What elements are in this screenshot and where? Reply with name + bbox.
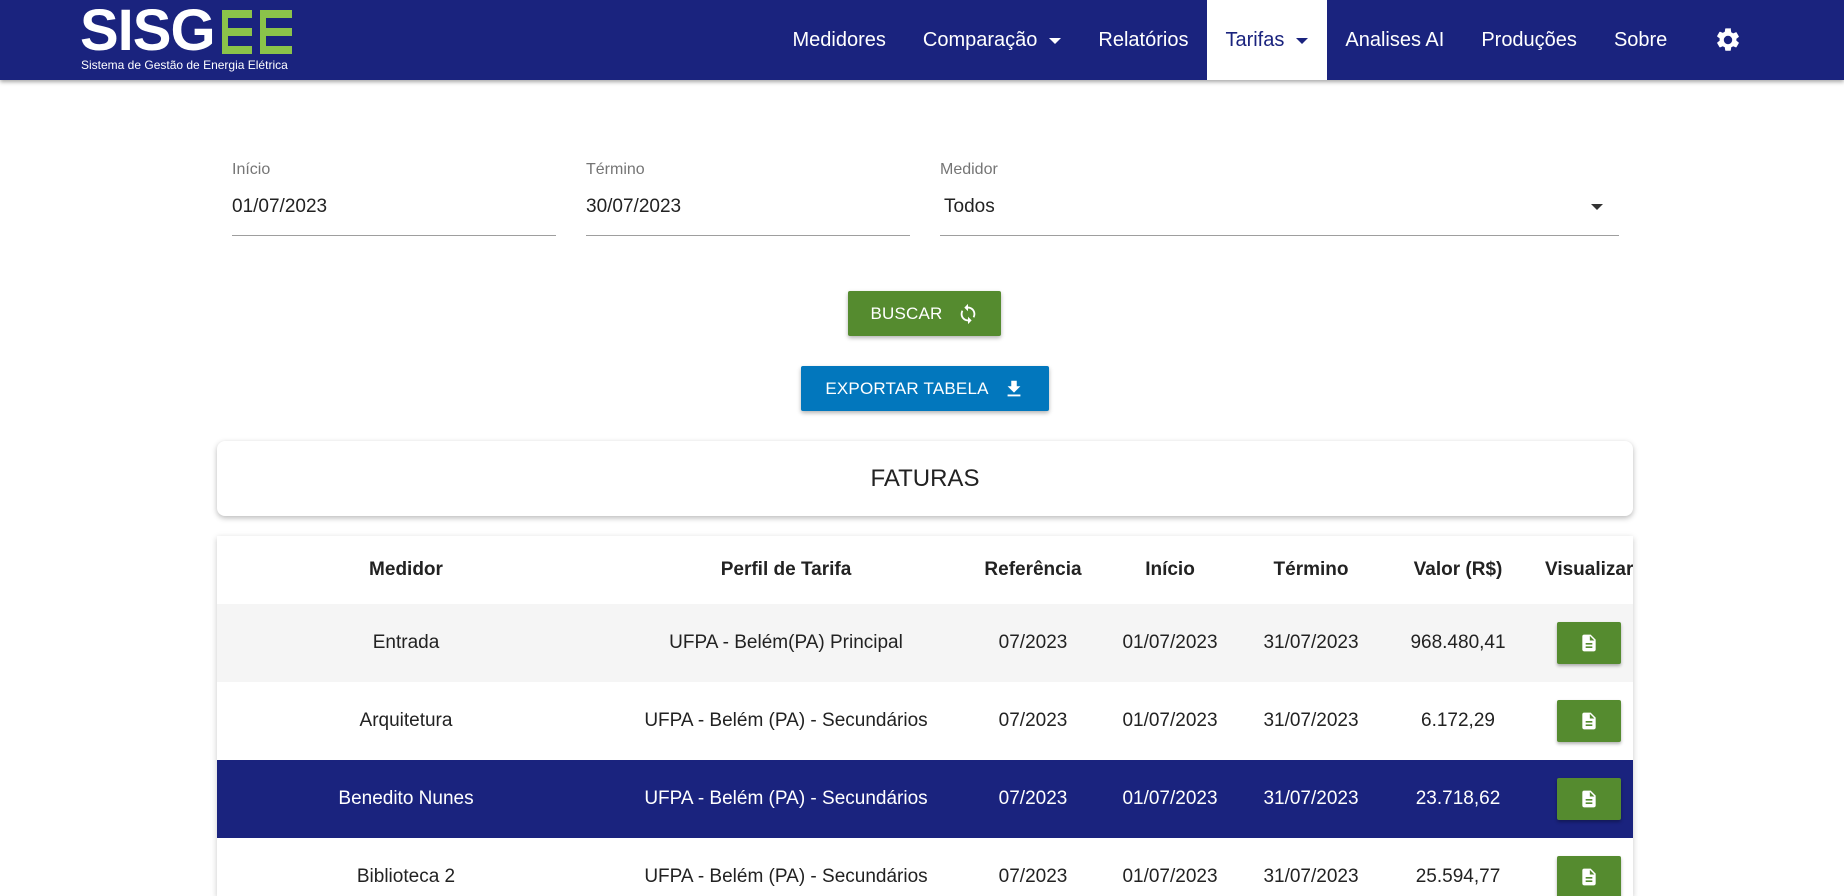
table-row[interactable]: Arquitetura UFPA - Belém (PA) - Secundár… xyxy=(217,682,1633,760)
invoices-table: Medidor Perfil de Tarifa Referência Iníc… xyxy=(217,536,1633,896)
nav-item-analises-ai[interactable]: Analises AI xyxy=(1327,0,1463,80)
cell-visualizar xyxy=(1545,682,1633,760)
cell-valor: 23.718,62 xyxy=(1371,760,1545,838)
cell-termino: 31/07/2023 xyxy=(1251,760,1371,838)
nav-item-medidores[interactable]: Medidores xyxy=(774,0,904,80)
export-button-label: EXPORTAR TABELA xyxy=(825,378,989,398)
field-underline xyxy=(940,235,1619,236)
cell-inicio: 01/07/2023 xyxy=(1122,866,1218,887)
view-invoice-button[interactable] xyxy=(1557,700,1621,742)
column-header-visualizar: Visualizar xyxy=(1545,559,1633,580)
cell-medidor: Arquitetura xyxy=(359,710,453,731)
settings-button[interactable] xyxy=(1686,0,1754,80)
card-title-text: FATURAS xyxy=(870,464,980,492)
meter-label: Medidor xyxy=(940,161,998,178)
nav-label: Tarifas xyxy=(1225,28,1285,51)
table-row-selected[interactable]: Benedito Nunes UFPA - Belém (PA) - Secun… xyxy=(217,760,1633,838)
nav-label: Analises AI xyxy=(1345,28,1445,51)
nav-label: Produções xyxy=(1481,28,1577,51)
cell-referencia: 07/2023 xyxy=(998,710,1068,731)
logo-subtitle: Sistema de Gestão de Energia Elétrica xyxy=(81,58,288,72)
cell-perfil: UFPA - Belém (PA) - Secundários xyxy=(644,710,928,731)
cell-medidor: Biblioteca 2 xyxy=(356,866,456,887)
end-date-label: Término xyxy=(586,161,645,178)
end-date-field[interactable]: Término 30/07/2023 xyxy=(586,158,910,236)
cell-termino: 31/07/2023 xyxy=(1251,604,1371,682)
table-row[interactable]: Biblioteca 2 UFPA - Belém (PA) - Secundá… xyxy=(217,838,1633,896)
cell-inicio: 01/07/2023 xyxy=(1089,760,1251,838)
field-underline xyxy=(586,235,910,236)
cell-perfil: UFPA - Belém(PA) Principal xyxy=(595,604,977,682)
field-underline xyxy=(232,235,556,236)
cell-referencia: 07/2023 xyxy=(998,866,1068,887)
view-invoice-button[interactable] xyxy=(1557,622,1621,664)
chevron-down-icon xyxy=(1296,38,1309,44)
document-icon xyxy=(1582,712,1596,730)
view-invoice-button[interactable] xyxy=(1557,856,1621,896)
logo-text: SISG xyxy=(80,0,216,63)
nav-item-tarifas[interactable]: Tarifas xyxy=(1206,0,1327,80)
main-nav: Medidores Comparação Relatórios Tarifas … xyxy=(774,0,1754,80)
end-date-input[interactable]: 30/07/2023 xyxy=(586,192,910,222)
nav-item-sobre[interactable]: Sobre xyxy=(1595,0,1685,80)
document-icon xyxy=(1582,790,1596,808)
cell-inicio: 01/07/2023 xyxy=(1089,604,1251,682)
nav-label: Relatórios xyxy=(1098,28,1189,51)
nav-label: Sobre xyxy=(1613,28,1668,51)
column-header-referencia[interactable]: Referência xyxy=(977,536,1089,604)
navbar: SISG Sistema de Gestão de Energia Elétri… xyxy=(0,0,1844,80)
meter-select-value[interactable]: Todos xyxy=(940,192,1619,222)
nav-label: Medidores xyxy=(792,28,886,51)
column-header-valor[interactable]: Valor (R$) xyxy=(1371,536,1545,604)
chevron-down-icon xyxy=(1049,38,1062,44)
download-icon xyxy=(1003,378,1025,400)
export-table-button[interactable]: EXPORTAR TABELA xyxy=(801,366,1049,411)
cell-visualizar xyxy=(1545,604,1633,682)
cell-valor: 968.480,41 xyxy=(1371,604,1545,682)
cell-termino: 31/07/2023 xyxy=(1263,866,1359,887)
document-icon xyxy=(1582,634,1596,652)
view-invoice-button[interactable] xyxy=(1557,778,1621,820)
invoices-card-title: FATURAS xyxy=(217,441,1633,516)
cell-visualizar xyxy=(1545,838,1633,896)
document-icon xyxy=(1582,868,1596,886)
column-header-inicio[interactable]: Início xyxy=(1089,536,1251,604)
logo-bars-icon xyxy=(222,10,292,54)
cell-referencia: 07/2023 xyxy=(977,760,1089,838)
cell-inicio: 01/07/2023 xyxy=(1122,710,1218,731)
cell-referencia: 07/2023 xyxy=(977,604,1089,682)
start-date-input[interactable]: 01/07/2023 xyxy=(232,192,556,222)
cell-perfil: UFPA - Belém (PA) - Secundários xyxy=(644,866,928,887)
cell-visualizar xyxy=(1545,760,1633,838)
cell-perfil: UFPA - Belém (PA) - Secundários xyxy=(595,760,977,838)
cell-valor: 25.594,77 xyxy=(1415,866,1501,887)
search-button[interactable]: BUSCAR xyxy=(848,291,1001,336)
nav-label: Comparação xyxy=(922,28,1038,51)
nav-item-relatorios[interactable]: Relatórios xyxy=(1080,0,1207,80)
cell-termino: 31/07/2023 xyxy=(1263,710,1359,731)
refresh-icon xyxy=(957,303,979,325)
start-date-field[interactable]: Início 01/07/2023 xyxy=(232,158,556,236)
search-button-label: BUSCAR xyxy=(870,303,943,323)
column-header-termino[interactable]: Término xyxy=(1251,536,1371,604)
nav-item-comparacao[interactable]: Comparação xyxy=(904,0,1080,80)
start-date-label: Início xyxy=(232,161,271,178)
meter-select[interactable]: Medidor Todos xyxy=(940,158,1619,236)
cell-valor: 6.172,29 xyxy=(1421,710,1495,731)
column-header-perfil-de-tarifa[interactable]: Perfil de Tarifa xyxy=(595,536,977,604)
table-row[interactable]: Entrada UFPA - Belém(PA) Principal 07/20… xyxy=(217,604,1633,682)
nav-item-producoes[interactable]: Produções xyxy=(1463,0,1596,80)
cell-medidor: Entrada xyxy=(217,604,595,682)
table-header-row: Medidor Perfil de Tarifa Referência Iníc… xyxy=(217,536,1633,604)
sisgee-logo[interactable]: SISG Sistema de Gestão de Energia Elétri… xyxy=(80,2,300,76)
column-header-medidor[interactable]: Medidor xyxy=(217,536,595,604)
gear-icon xyxy=(1716,28,1739,51)
cell-medidor: Benedito Nunes xyxy=(217,760,595,838)
chevron-down-icon[interactable] xyxy=(1591,204,1603,210)
